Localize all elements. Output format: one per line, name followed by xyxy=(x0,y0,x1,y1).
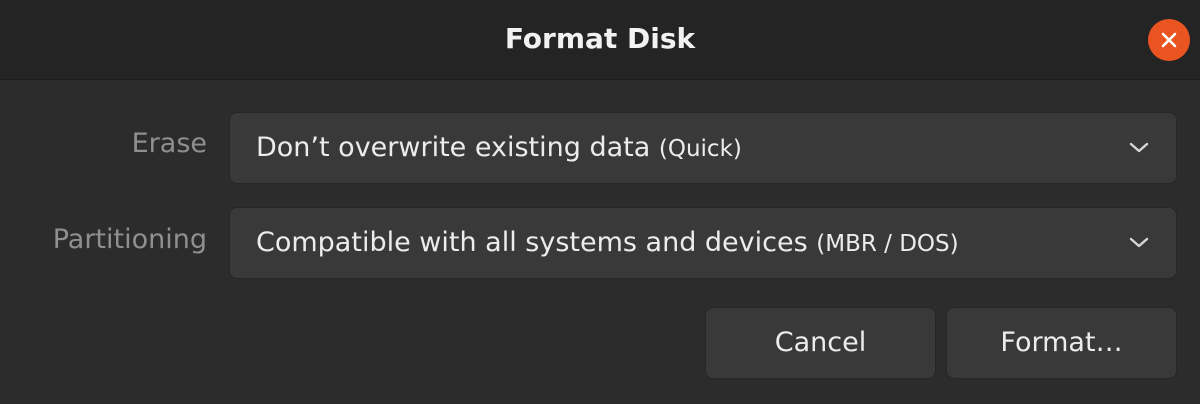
partitioning-value-main: Compatible with all systems and devices xyxy=(256,227,808,258)
partitioning-value-sub: (MBR / DOS) xyxy=(816,231,959,257)
erase-value-main: Don’t overwrite existing data xyxy=(256,132,651,163)
erase-label: Erase xyxy=(131,128,207,159)
erase-value-sub: (Quick) xyxy=(658,136,742,162)
chevron-down-icon xyxy=(1129,237,1149,248)
erase-value: Don’t overwrite existing data (Quick) xyxy=(256,113,742,183)
partitioning-label: Partitioning xyxy=(52,224,207,255)
title-bar: Format Disk xyxy=(0,0,1200,80)
chevron-down-icon xyxy=(1129,142,1149,153)
partitioning-dropdown[interactable]: Compatible with all systems and devices … xyxy=(229,207,1177,279)
format-button[interactable]: Format… xyxy=(946,307,1177,379)
partitioning-value: Compatible with all systems and devices … xyxy=(256,208,959,278)
cancel-button[interactable]: Cancel xyxy=(705,307,936,379)
format-disk-dialog: Format Disk Erase Don’t overwrite existi… xyxy=(0,0,1200,404)
dialog-title: Format Disk xyxy=(504,22,696,55)
erase-dropdown[interactable]: Don’t overwrite existing data (Quick) xyxy=(229,112,1177,184)
close-icon xyxy=(1161,32,1177,48)
close-button[interactable] xyxy=(1148,19,1190,61)
